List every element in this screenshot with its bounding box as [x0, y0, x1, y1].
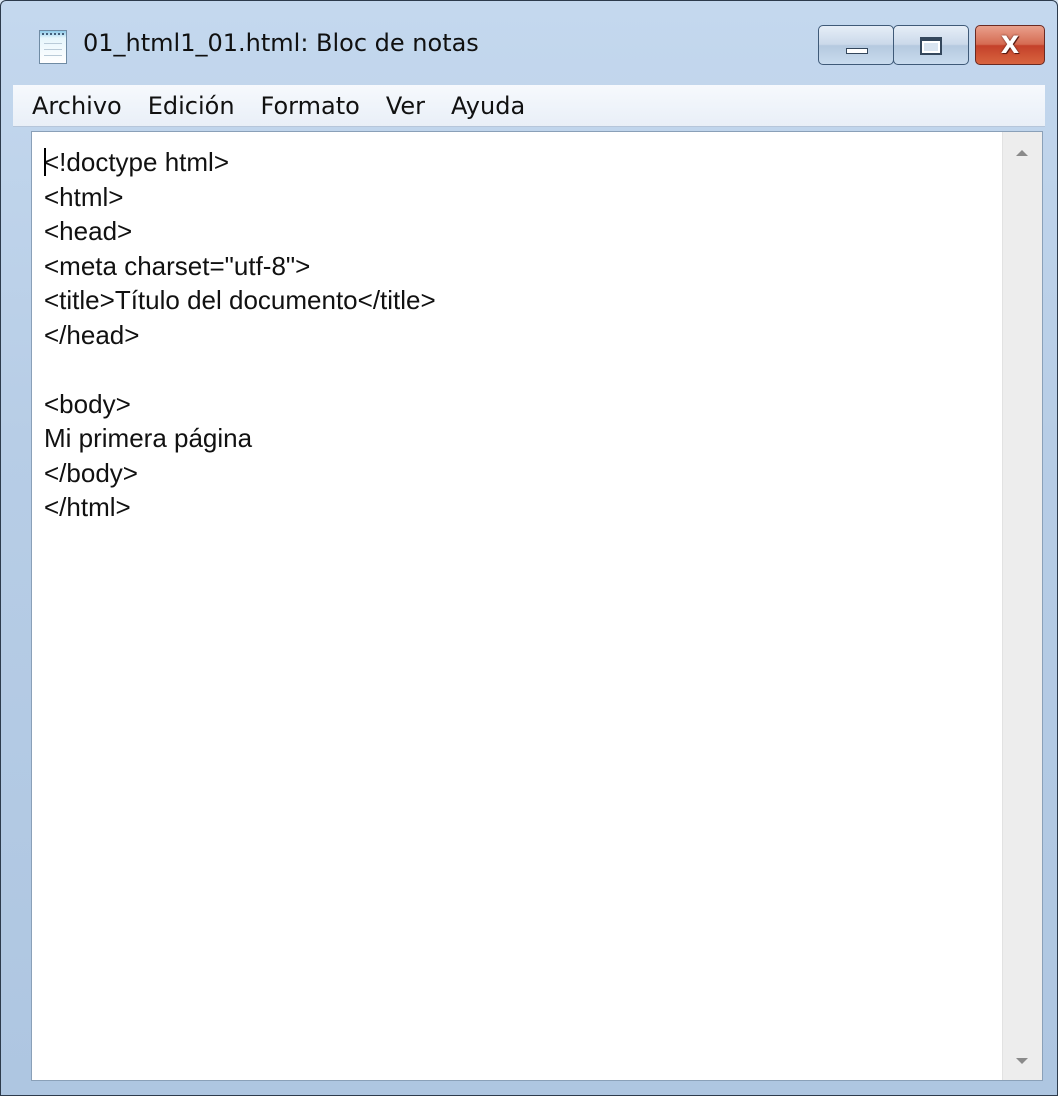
window-title: 01_html1_01.html: Bloc de notas	[83, 29, 479, 57]
scroll-down-arrow-icon[interactable]	[1016, 1058, 1028, 1064]
title-bar[interactable]: 01_html1_01.html: Bloc de notas X	[1, 1, 1057, 91]
close-button[interactable]: X	[975, 25, 1045, 65]
notepad-icon[interactable]	[39, 30, 67, 64]
text-line: <html>	[44, 181, 124, 212]
text-line: Mi primera página	[44, 423, 253, 453]
text-line: <meta charset="utf-8">	[44, 250, 311, 281]
scroll-up-arrow-icon[interactable]	[1016, 150, 1028, 156]
caption-buttons: X	[818, 25, 1045, 65]
menu-archivo[interactable]: Archivo	[19, 92, 135, 120]
menu-formato[interactable]: Formato	[248, 92, 373, 120]
text-line: <head>	[44, 216, 133, 246]
text-line: <body>	[44, 388, 131, 419]
text-line	[44, 352, 1002, 387]
notepad-window: 01_html1_01.html: Bloc de notas X Archiv…	[0, 0, 1058, 1096]
text-caret	[44, 148, 46, 176]
close-icon: X	[1000, 31, 1020, 59]
text-line: <title>Título del documento</title>	[44, 285, 436, 315]
vertical-scrollbar[interactable]	[1002, 132, 1042, 1080]
text-line: </body>	[44, 457, 138, 488]
minimize-icon	[846, 48, 868, 54]
menu-edicion[interactable]: Edición	[135, 92, 248, 120]
menu-ver[interactable]: Ver	[373, 92, 438, 120]
minimize-button[interactable]	[818, 25, 894, 65]
text-line: </html>	[44, 492, 131, 522]
menu-bar: Archivo Edición Formato Ver Ayuda	[13, 85, 1045, 127]
text-area[interactable]: <!doctype html> <html> <head> <meta char…	[32, 132, 1002, 1080]
maximize-icon	[920, 37, 942, 55]
text-line: <!doctype html>	[44, 147, 229, 177]
maximize-button[interactable]	[893, 25, 969, 65]
menu-ayuda[interactable]: Ayuda	[438, 92, 538, 120]
text-editor[interactable]: <!doctype html> <html> <head> <meta char…	[31, 131, 1043, 1081]
text-line: </head>	[44, 319, 140, 350]
